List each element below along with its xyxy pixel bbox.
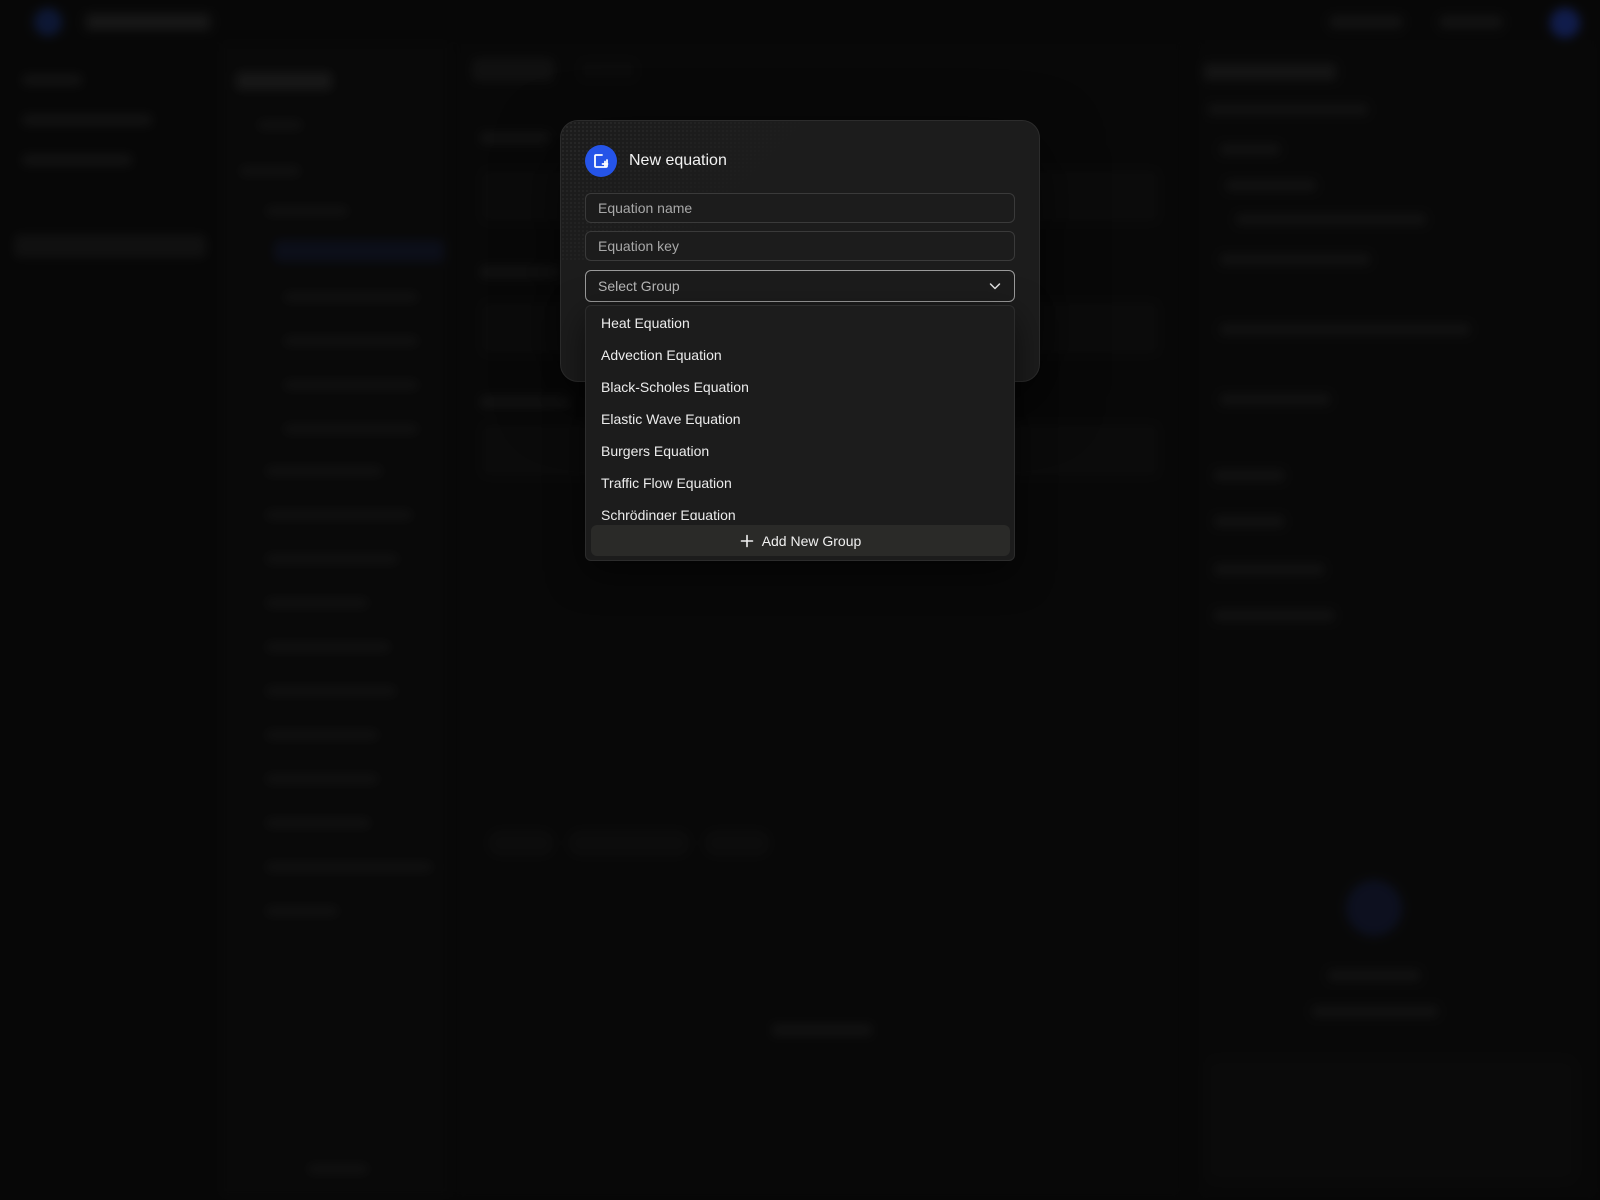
equation-key-input[interactable] xyxy=(585,231,1015,261)
group-option[interactable]: Advection Equation xyxy=(586,339,1014,371)
new-equation-icon xyxy=(585,145,617,177)
group-option[interactable]: Black-Scholes Equation xyxy=(586,371,1014,403)
group-select[interactable]: Select Group xyxy=(585,270,1015,302)
add-new-group-button[interactable]: Add New Group xyxy=(591,525,1010,556)
group-options-list[interactable]: Heat Equation Advection Equation Black-S… xyxy=(586,306,1014,520)
add-new-group-label: Add New Group xyxy=(761,532,862,549)
chevron-down-icon xyxy=(989,283,1001,290)
dialog-title: New equation xyxy=(629,152,727,169)
dialog-header: New equation xyxy=(585,145,727,177)
group-option[interactable]: Heat Equation xyxy=(586,307,1014,339)
group-option[interactable]: Traffic Flow Equation xyxy=(586,467,1014,499)
group-option[interactable]: Burgers Equation xyxy=(586,435,1014,467)
group-dropdown: Heat Equation Advection Equation Black-S… xyxy=(585,305,1015,561)
group-option[interactable]: Elastic Wave Equation xyxy=(586,403,1014,435)
equation-name-input[interactable] xyxy=(585,193,1015,223)
plus-icon xyxy=(740,534,753,547)
group-select-placeholder: Select Group xyxy=(598,278,680,294)
group-option[interactable]: Schrödinger Equation xyxy=(586,499,1014,520)
